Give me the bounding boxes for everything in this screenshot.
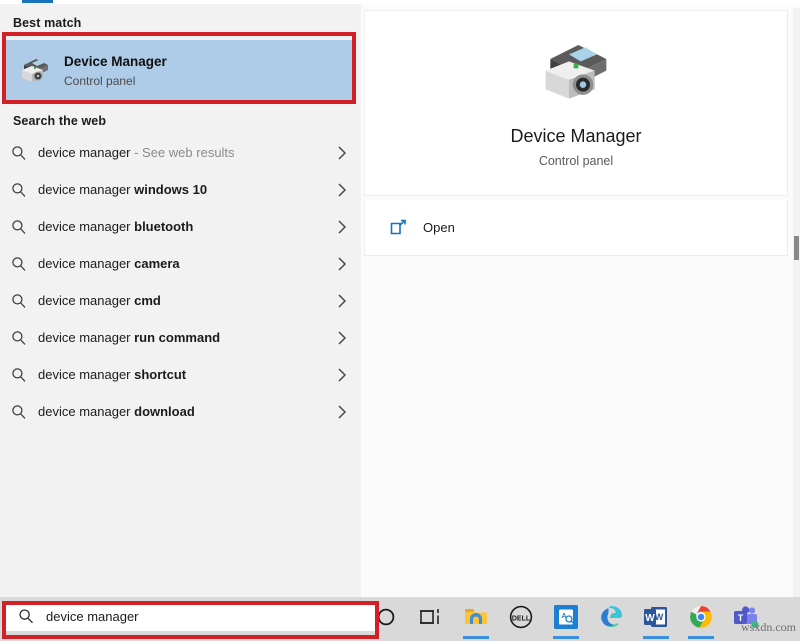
search-icon: [0, 256, 38, 272]
scrollbar[interactable]: [793, 8, 800, 597]
chevron-right-icon[interactable]: [323, 256, 361, 272]
taskbar-active-indicator: [553, 636, 579, 639]
device-manager-icon: [538, 38, 614, 113]
search-icon: [0, 367, 38, 383]
start-search-flyout: Best match: [0, 0, 800, 597]
suggestion-base: device manager: [38, 256, 134, 271]
web-suggestion-row[interactable]: device manager cmd: [0, 282, 361, 319]
web-suggestion-label: device manager shortcut: [38, 367, 323, 382]
best-match-subtitle: Control panel: [64, 72, 167, 90]
web-suggestion-row[interactable]: device manager windows 10: [0, 171, 361, 208]
web-suggestion-label: device manager run command: [38, 330, 323, 345]
microsoft-word-icon: WW: [644, 605, 668, 634]
chevron-right-icon[interactable]: [323, 404, 361, 420]
preview-title: Device Manager: [510, 125, 641, 148]
web-suggestion-row[interactable]: device manager run command: [0, 319, 361, 356]
file-explorer-button[interactable]: [455, 597, 497, 641]
suggestion-suffix: cmd: [134, 293, 161, 308]
scrollbar-thumb[interactable]: [794, 236, 799, 260]
web-suggestion-label: device manager download: [38, 404, 323, 419]
task-view-button[interactable]: [410, 597, 452, 641]
chevron-right-icon[interactable]: [323, 330, 361, 346]
web-suggestion-row[interactable]: device manager shortcut: [0, 356, 361, 393]
google-chrome-icon: [689, 605, 713, 634]
suggestion-base: device manager: [38, 145, 131, 160]
search-icon: [0, 219, 38, 235]
file-explorer-icon: [463, 606, 489, 633]
suggestion-base: device manager: [38, 330, 134, 345]
suggestion-suffix: run command: [134, 330, 220, 345]
open-action-row[interactable]: Open: [364, 200, 788, 256]
suggestion-base: device manager: [38, 219, 134, 234]
dictionary-button[interactable]: A: [545, 597, 587, 641]
chevron-right-icon[interactable]: [323, 145, 361, 161]
search-icon: [0, 293, 38, 309]
cortana-circle-icon: [375, 606, 397, 633]
search-icon: [0, 404, 38, 420]
taskbar: device manager DELLAWWT wsxdn.com: [0, 597, 800, 641]
chrome-button[interactable]: [680, 597, 722, 641]
microsoft-edge-icon: [599, 604, 624, 634]
search-icon: [0, 182, 38, 198]
suggestion-suffix: shortcut: [134, 367, 186, 382]
taskbar-search-value: device manager: [46, 609, 139, 624]
taskbar-search-input[interactable]: device manager: [6, 601, 375, 631]
suggestion-suffix: camera: [134, 256, 180, 271]
taskbar-active-indicator: [688, 636, 714, 639]
best-match-title: Device Manager: [64, 52, 167, 72]
suggestion-trailer: - See web results: [131, 145, 235, 160]
svg-text:DELL: DELL: [512, 615, 531, 622]
app-preview-card: Device Manager Control panel: [364, 10, 788, 196]
preview-pane: Device Manager Control panel Open: [361, 4, 800, 597]
web-suggestion-label: device manager bluetooth: [38, 219, 323, 234]
best-match-result[interactable]: Device Manager Control panel: [4, 40, 353, 102]
web-suggestion-row[interactable]: device manager bluetooth: [0, 208, 361, 245]
chevron-right-icon[interactable]: [323, 219, 361, 235]
suggestion-base: device manager: [38, 293, 134, 308]
open-external-icon: [390, 219, 407, 236]
task-view-icon: [419, 607, 443, 632]
dell-button[interactable]: DELL: [500, 597, 542, 641]
search-results-pane: Best match: [0, 4, 361, 597]
open-label: Open: [423, 220, 455, 235]
taskbar-active-indicator: [463, 636, 489, 639]
suggestion-base: device manager: [38, 182, 134, 197]
suggestion-base: device manager: [38, 404, 134, 419]
web-suggestion-label: device manager cmd: [38, 293, 323, 308]
web-suggestion-label: device manager camera: [38, 256, 323, 271]
suggestion-suffix: download: [134, 404, 195, 419]
chevron-right-icon[interactable]: [323, 182, 361, 198]
search-the-web-header: Search the web: [13, 114, 106, 128]
chevron-right-icon[interactable]: [323, 367, 361, 383]
device-manager-icon: [12, 56, 58, 86]
watermark: wsxdn.com: [741, 620, 796, 635]
web-suggestion-label: device manager - See web results: [38, 145, 323, 160]
best-match-text: Device Manager Control panel: [64, 52, 167, 90]
preview-subtitle: Control panel: [539, 154, 613, 168]
suggestion-suffix: bluetooth: [134, 219, 193, 234]
svg-text:W: W: [645, 613, 655, 624]
chevron-right-icon[interactable]: [323, 293, 361, 309]
suggestion-base: device manager: [38, 367, 134, 382]
best-match-header: Best match: [13, 16, 81, 30]
search-icon: [0, 330, 38, 346]
web-suggestion-row[interactable]: device manager camera: [0, 245, 361, 282]
dell-logo-icon: DELL: [509, 605, 533, 634]
active-tab-indicator: [22, 0, 53, 3]
taskbar-active-indicator: [643, 636, 669, 639]
dictionary-app-icon: A: [554, 605, 578, 634]
search-icon: [0, 145, 38, 161]
suggestion-suffix: windows 10: [134, 182, 207, 197]
web-suggestion-row[interactable]: device manager download: [0, 393, 361, 430]
edge-button[interactable]: [590, 597, 632, 641]
web-suggestion-label: device manager windows 10: [38, 182, 323, 197]
word-button[interactable]: WW: [635, 597, 677, 641]
search-icon: [6, 608, 46, 624]
screen: Best match: [0, 0, 800, 641]
web-suggestion-row[interactable]: device manager - See web results: [0, 134, 361, 171]
cortana-button[interactable]: [365, 597, 407, 641]
svg-text:W: W: [655, 612, 664, 622]
